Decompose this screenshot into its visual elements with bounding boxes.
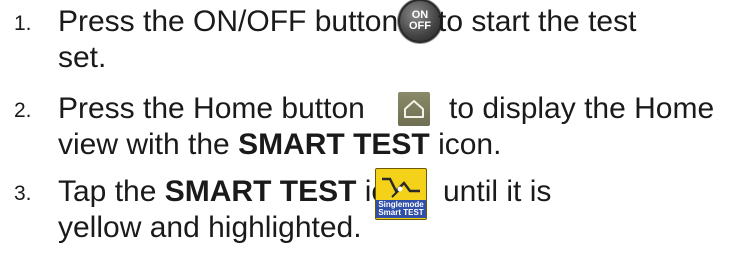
step-text-tap: Tap the: [58, 175, 165, 208]
step-text-bold: SMART TEST: [164, 175, 357, 208]
smart-test-icon-label-line2: Smart TEST: [378, 208, 424, 217]
step-text-line2: yellow and highlighted.: [58, 211, 362, 244]
step-text-line2-start: view with the: [58, 128, 239, 161]
step-number: 3.: [14, 182, 32, 205]
step-text-line1-end: to start the test: [438, 5, 637, 38]
step-text-line1-end: to display the Home: [449, 92, 715, 125]
smart-test-icon: Singlemode Smart TEST: [375, 168, 427, 220]
step-number: 1.: [14, 12, 32, 35]
step-text-line1-start: Tap the SMART TEST icon: [58, 174, 420, 210]
step-text-bold: SMART TEST: [238, 128, 430, 161]
step-text-line2: view with the SMART TEST icon.: [58, 127, 501, 163]
home-icon: [398, 92, 430, 126]
smart-test-icon-label: Singlemode Smart TEST: [376, 200, 426, 218]
step-number: 2.: [14, 99, 32, 122]
step-text-line1-start: Press the ON/OFF button: [58, 5, 399, 38]
power-onoff-icon: ON OFF: [398, 0, 442, 43]
step-text-line1-start: Press the Home button: [58, 92, 365, 125]
step-text-line2: set.: [58, 41, 107, 74]
onoff-icon-bottom-text: OFF: [409, 20, 431, 32]
home-glyph-icon: [404, 100, 424, 118]
step-text-line1-end: until it is: [443, 175, 552, 208]
step-text-line2-end: icon.: [429, 128, 502, 161]
